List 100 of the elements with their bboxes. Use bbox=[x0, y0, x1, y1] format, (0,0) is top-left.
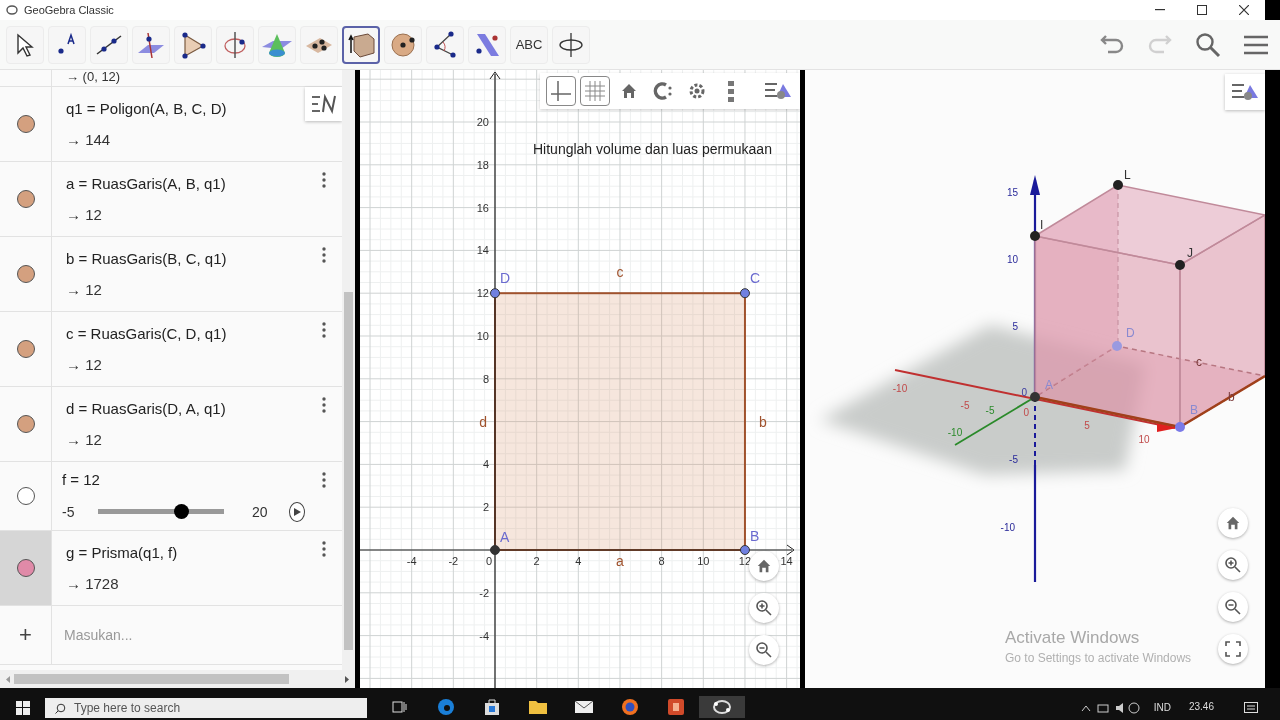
tick-label: -10 bbox=[1000, 522, 1015, 534]
zoom-out-button[interactable] bbox=[1218, 592, 1248, 623]
window-title: GeoGebra Classic bbox=[24, 4, 115, 16]
visibility-dot[interactable] bbox=[16, 340, 35, 359]
presentation-icon bbox=[667, 698, 685, 716]
tick-label: 2 bbox=[482, 501, 489, 514]
grid-toggle[interactable] bbox=[580, 76, 610, 107]
tick-label: 5 bbox=[1084, 420, 1090, 432]
tick-label: 12 bbox=[476, 287, 489, 300]
tick-label: 8 bbox=[658, 555, 665, 568]
point-label: C bbox=[749, 270, 761, 287]
tick-label: 16 bbox=[476, 202, 489, 214]
visibility-dot[interactable] bbox=[16, 415, 35, 434]
tick-label: 8 bbox=[482, 373, 489, 386]
grid-icon bbox=[584, 80, 606, 103]
home-icon bbox=[756, 558, 772, 575]
input-field[interactable]: Masukan... bbox=[52, 606, 342, 665]
edge-label: b bbox=[1228, 390, 1235, 405]
tick-label: 10 bbox=[1138, 434, 1150, 446]
task-view-icon bbox=[392, 700, 408, 714]
more-options-icon[interactable] bbox=[321, 322, 326, 339]
fullscreen-button[interactable] bbox=[1218, 634, 1248, 665]
more-options-icon[interactable] bbox=[321, 247, 326, 264]
scroll-right-icon[interactable] bbox=[345, 675, 349, 683]
rotate-view-icon bbox=[557, 30, 585, 59]
search-field[interactable]: Type here to search bbox=[45, 698, 367, 718]
folder-icon bbox=[528, 699, 548, 715]
notification-icon bbox=[1244, 702, 1258, 714]
play-button[interactable] bbox=[289, 501, 305, 522]
more-options-icon[interactable] bbox=[321, 541, 326, 558]
tick-label: 4 bbox=[482, 458, 489, 471]
close-icon bbox=[1239, 5, 1249, 15]
zoom-in-icon bbox=[755, 599, 773, 618]
visibility-dot[interactable] bbox=[16, 559, 35, 578]
app-logo-icon bbox=[6, 4, 18, 16]
clock: 23.46 bbox=[1188, 701, 1214, 712]
screen-edge bbox=[1265, 0, 1280, 20]
output-value: → 144 bbox=[66, 131, 112, 149]
rotation-icon bbox=[221, 30, 249, 59]
output-value: → 12 bbox=[66, 281, 103, 299]
menu-icon bbox=[1243, 33, 1269, 56]
segment-label: d bbox=[479, 414, 487, 430]
visibility-dot[interactable] bbox=[16, 190, 35, 209]
pointer-icon bbox=[15, 32, 35, 57]
play-icon bbox=[293, 507, 301, 516]
slider-thumb[interactable] bbox=[174, 504, 190, 520]
tick-label: 10 bbox=[476, 330, 489, 343]
output-value: → 12 bbox=[66, 431, 103, 449]
zoom-out-button[interactable] bbox=[749, 635, 779, 666]
taskbar-app[interactable] bbox=[699, 696, 745, 718]
home-button[interactable] bbox=[1218, 508, 1248, 539]
more-options-icon[interactable] bbox=[321, 472, 326, 489]
visibility-dot[interactable] bbox=[16, 487, 35, 506]
algebra-style-button[interactable] bbox=[305, 87, 342, 122]
windows-logo-icon bbox=[16, 701, 30, 715]
definition: c = RuasGaris(C, D, q1) bbox=[66, 325, 228, 343]
maximize-icon bbox=[1197, 5, 1207, 15]
tick-label: 10 bbox=[697, 555, 710, 568]
tick-label: -4 bbox=[406, 555, 417, 568]
angle-icon bbox=[431, 30, 459, 59]
axes-toggle[interactable] bbox=[546, 76, 576, 107]
more-options-icon[interactable] bbox=[321, 172, 326, 189]
visibility-dot[interactable] bbox=[16, 115, 35, 134]
browser-icon bbox=[437, 698, 455, 716]
tick-label: -10 bbox=[892, 383, 908, 395]
vertical-scrollbar[interactable] bbox=[342, 70, 355, 671]
zoom-in-button[interactable] bbox=[1218, 550, 1248, 581]
point-label: I bbox=[1040, 218, 1044, 233]
horizontal-scrollbar[interactable] bbox=[0, 670, 355, 689]
visibility-dot[interactable] bbox=[16, 265, 35, 284]
more-options-icon[interactable] bbox=[321, 397, 326, 414]
view-style-button[interactable] bbox=[1225, 74, 1265, 111]
search-icon bbox=[1195, 31, 1221, 58]
zoom-in-button[interactable] bbox=[749, 593, 779, 624]
language-indicator: IND bbox=[1153, 702, 1171, 713]
tick-label: -4 bbox=[479, 629, 489, 642]
home-button[interactable] bbox=[749, 551, 779, 582]
tick-label: 0 bbox=[485, 555, 493, 568]
prism-icon bbox=[346, 30, 376, 59]
algebra-row[interactable]: q1 = Poligon(A, B, C, D) → 144 bbox=[0, 87, 342, 163]
sphere-icon bbox=[390, 31, 416, 58]
tick-label: 14 bbox=[780, 555, 793, 568]
zoom-out-icon bbox=[1224, 598, 1242, 617]
search-icon bbox=[55, 702, 66, 714]
algebra-row[interactable]: g = Prisma(q1, f) → 1728 bbox=[0, 531, 342, 607]
tool-button[interactable] bbox=[342, 25, 380, 64]
tick-label: 15 bbox=[1006, 187, 1018, 199]
slider-min: -5 bbox=[62, 503, 75, 520]
definition: g = Prisma(q1, f) bbox=[66, 544, 179, 562]
text-tool-button[interactable]: ABC bbox=[510, 25, 548, 64]
browser-icon bbox=[621, 698, 639, 716]
point-label: A bbox=[1045, 378, 1053, 393]
tick-label: 18 bbox=[476, 159, 489, 172]
tick-label: 12 bbox=[738, 555, 752, 568]
activation-title: Activate Windows bbox=[1005, 628, 1141, 649]
point bbox=[490, 288, 500, 299]
tick-label: 0 bbox=[1021, 387, 1027, 399]
plane-icon bbox=[136, 30, 166, 59]
algebra-row[interactable]: f = 12 -5 20 bbox=[0, 462, 342, 532]
point-label: B bbox=[749, 528, 760, 545]
